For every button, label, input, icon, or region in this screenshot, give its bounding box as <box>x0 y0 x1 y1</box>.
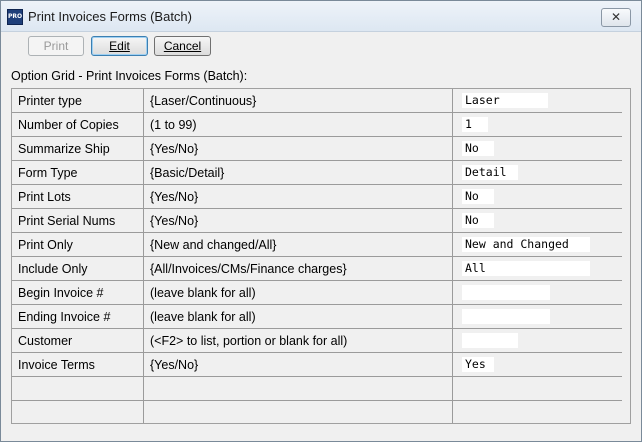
option-value-cell[interactable]: Detail <box>452 160 622 185</box>
option-grid: Printer type {Laser/Continuous} Laser Numbe… <box>11 88 631 424</box>
option-row[interactable]: Print Only {New and changed/All} New and C… <box>12 232 622 257</box>
option-row[interactable]: Printer type {Laser/Continuous} Laser <box>12 89 622 113</box>
edit-button-label: Edit <box>109 39 130 53</box>
print-button[interactable]: Print <box>28 36 84 56</box>
option-value-cell[interactable] <box>452 304 622 329</box>
option-value-field[interactable] <box>462 333 518 349</box>
title-bar[interactable]: PRO Print Invoices Forms (Batch) ✕ <box>1 1 641 32</box>
option-value-field[interactable]: Yes <box>462 357 494 373</box>
option-row[interactable]: Number of Copies (1 to 99) 1 <box>12 112 622 137</box>
option-name: Ending Invoice # <box>12 304 144 329</box>
option-value-field[interactable]: Detail <box>462 165 518 181</box>
option-choices: {Laser/Continuous} <box>143 89 453 113</box>
empty-cell <box>143 376 453 401</box>
option-choices: {Yes/No} <box>143 208 453 233</box>
option-name: Include Only <box>12 256 144 281</box>
option-name: Customer <box>12 328 144 353</box>
option-row[interactable]: Begin Invoice # (leave blank for all) <box>12 280 622 305</box>
option-name: Number of Copies <box>12 112 144 137</box>
cancel-button[interactable]: Cancel <box>154 36 211 56</box>
option-name: Begin Invoice # <box>12 280 144 305</box>
option-choices: (1 to 99) <box>143 112 453 137</box>
option-value-field[interactable] <box>462 309 550 325</box>
option-row[interactable]: Ending Invoice # (leave blank for all) <box>12 304 622 329</box>
option-name: Summarize Ship <box>12 136 144 161</box>
option-value-field[interactable]: No <box>462 141 494 157</box>
close-icon: ✕ <box>610 10 622 24</box>
option-name: Printer type <box>12 89 144 113</box>
option-choices: {Yes/No} <box>143 352 453 377</box>
option-row[interactable]: Invoice Terms {Yes/No} Yes <box>12 352 622 377</box>
edit-button[interactable]: Edit <box>91 36 148 56</box>
option-row[interactable]: Print Lots {Yes/No} No <box>12 184 622 209</box>
empty-row <box>12 400 622 423</box>
print-invoices-window: PRO Print Invoices Forms (Batch) ✕ Print… <box>0 0 642 442</box>
option-value-field[interactable]: 1 <box>462 117 488 133</box>
option-value-cell[interactable]: No <box>452 184 622 209</box>
option-choices: (leave blank for all) <box>143 280 453 305</box>
empty-cell <box>12 376 144 401</box>
grid-caption: Option Grid - Print Invoices Forms (Batc… <box>11 69 248 83</box>
option-value-cell[interactable]: Yes <box>452 352 622 377</box>
option-choices: {Yes/No} <box>143 136 453 161</box>
option-value-field[interactable]: Laser <box>462 93 548 109</box>
option-value-field[interactable]: New and Changed <box>462 237 590 253</box>
option-value-field[interactable] <box>462 285 550 301</box>
empty-cell <box>12 400 144 423</box>
option-value-field[interactable]: No <box>462 213 494 229</box>
empty-cell <box>452 376 622 401</box>
option-name: Print Lots <box>12 184 144 209</box>
option-choices: (leave blank for all) <box>143 304 453 329</box>
option-value-field[interactable]: All <box>462 261 590 277</box>
print-button-label: Print <box>43 39 69 53</box>
option-value-cell[interactable]: All <box>452 256 622 281</box>
option-choices: {All/Invoices/CMs/Finance charges} <box>143 256 453 281</box>
empty-cell <box>452 400 622 423</box>
option-row[interactable]: Include Only {All/Invoices/CMs/Finance ch… <box>12 256 622 281</box>
empty-row <box>12 376 622 401</box>
option-row[interactable]: Form Type {Basic/Detail} Detail <box>12 160 622 185</box>
window-title: Print Invoices Forms (Batch) <box>28 9 192 24</box>
empty-cell <box>143 400 453 423</box>
option-value-cell[interactable]: No <box>452 136 622 161</box>
option-value-field[interactable]: No <box>462 189 494 205</box>
option-choices: (<F2> to list, portion or blank for all) <box>143 328 453 353</box>
option-choices: {Yes/No} <box>143 184 453 209</box>
app-icon: PRO <box>7 9 23 25</box>
option-grid-table: Printer type {Laser/Continuous} Laser Numbe… <box>12 89 622 423</box>
option-value-cell[interactable] <box>452 280 622 305</box>
option-row[interactable]: Customer (<F2> to list, portion or blank … <box>12 328 622 353</box>
option-value-cell[interactable]: No <box>452 208 622 233</box>
option-value-cell[interactable]: 1 <box>452 112 622 137</box>
option-value-cell[interactable] <box>452 328 622 353</box>
option-row[interactable]: Summarize Ship {Yes/No} No <box>12 136 622 161</box>
option-value-cell[interactable]: Laser <box>452 89 622 113</box>
option-name: Print Only <box>12 232 144 257</box>
option-name: Form Type <box>12 160 144 185</box>
option-choices: {New and changed/All} <box>143 232 453 257</box>
cancel-button-label: Cancel <box>163 39 202 53</box>
option-value-cell[interactable]: New and Changed <box>452 232 622 257</box>
option-row[interactable]: Print Serial Nums {Yes/No} No <box>12 208 622 233</box>
option-name: Print Serial Nums <box>12 208 144 233</box>
option-name: Invoice Terms <box>12 352 144 377</box>
option-choices: {Basic/Detail} <box>143 160 453 185</box>
close-button[interactable]: ✕ <box>601 8 631 27</box>
